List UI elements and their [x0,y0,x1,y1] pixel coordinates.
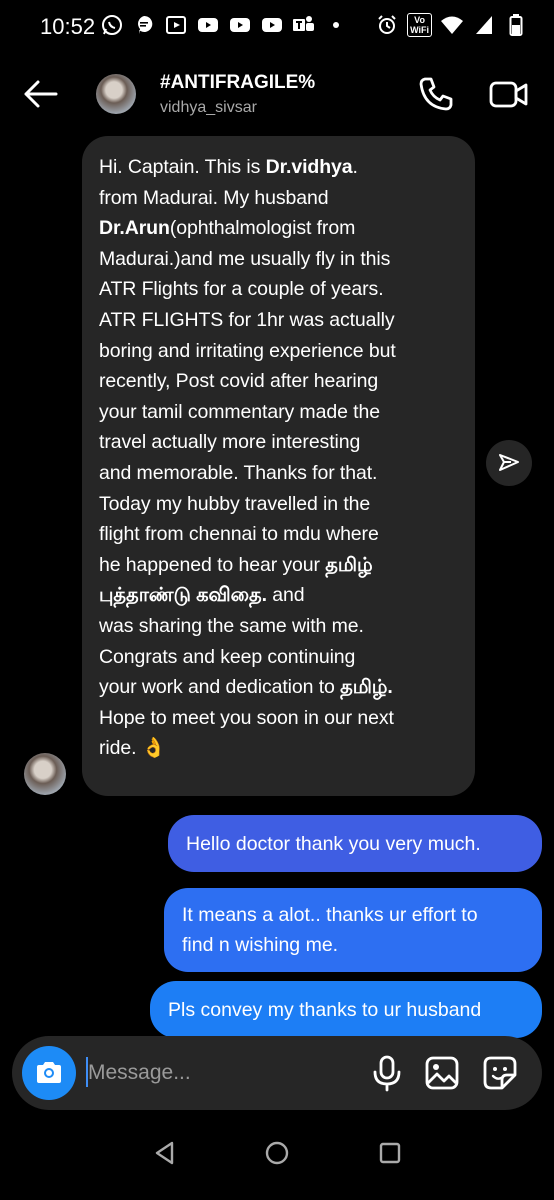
microphone-icon [373,1055,401,1092]
youtube-icon [196,13,220,37]
more-notifications-dot-icon [324,13,348,37]
vowifi-badge: Vo WiFi [407,13,432,37]
gallery-icon [425,1056,459,1090]
outgoing-message-text: Pls convey my thanks to ur husband [168,998,482,1021]
outgoing-message-bubble[interactable]: It means a alot.. thanks ur effort to fi… [164,888,542,972]
youtube-icon [260,13,284,37]
signal-icon [472,13,496,37]
system-status-icons: Vo WiFi [375,13,528,37]
back-arrow-icon [24,80,58,108]
nav-back-icon [155,1141,174,1165]
gallery-button[interactable] [422,1053,462,1093]
video-camera-icon [489,81,528,108]
text-segment: Hope to meet you soon in our next ride. … [99,706,394,760]
chat-username[interactable]: vidhya_sivsar [160,99,257,117]
status-time: 10:52 [40,14,96,39]
send-icon [499,454,519,471]
outgoing-message-bubble[interactable]: Pls convey my thanks to ur husband [150,981,542,1038]
video-call-button[interactable] [488,74,530,114]
incoming-message-bubble[interactable]: Hi. Captain. This is Dr.vidhya. from Mad… [82,136,475,796]
status-bar: 10:52 Vo WiFi [0,0,554,56]
outgoing-message-text: It means a alot.. thanks ur effort to fi… [182,904,478,956]
sticker-icon [483,1056,517,1090]
teams-icon [292,13,316,37]
system-navigation-bar [0,1120,554,1200]
outgoing-message-text: Hello doctor thank you very much. [186,832,481,855]
nav-recents-button[interactable] [375,1138,405,1168]
chat-header: #ANTIFRAGILE% vidhya_sivsar [0,60,554,130]
sticker-button[interactable] [480,1053,520,1093]
youtube-icon [228,13,252,37]
notification-icons [100,13,348,37]
share-message-button[interactable] [486,440,532,486]
media-player-icon [164,13,188,37]
sender-avatar[interactable] [24,753,66,795]
voice-call-button[interactable] [416,74,456,114]
bold-text-segment: Dr.vidhya [265,156,353,178]
phone-icon [419,77,453,111]
incoming-message-text: Hi. Captain. This is Dr.vidhya. from Mad… [99,152,461,764]
bold-text-segment: Dr.Arun [99,217,170,240]
chat-bubble-icon [132,13,156,37]
whatsapp-icon [100,13,124,37]
camera-button[interactable] [22,1046,76,1100]
camera-icon [37,1062,61,1083]
chat-title[interactable]: #ANTIFRAGILE% [160,72,315,94]
message-input[interactable] [88,1054,338,1092]
voice-message-button[interactable] [367,1053,407,1093]
message-composer [12,1036,542,1110]
chat-screen: 10:52 Vo WiFi #ANTIFRAGILE% vidhya_sivsa… [0,0,554,1200]
alarm-icon [375,13,399,37]
back-button[interactable] [20,74,60,114]
text-segment: Hi. Captain. This is [99,156,266,178]
nav-recents-icon [379,1142,401,1164]
nav-home-icon [265,1141,289,1165]
outgoing-message-bubble[interactable]: Hello doctor thank you very much. [168,815,542,872]
battery-icon [504,13,528,37]
wifi-icon [440,13,464,37]
nav-home-button[interactable] [262,1138,292,1168]
bold-text-segment: தமிழ். [340,676,393,699]
profile-avatar[interactable] [96,74,136,114]
nav-back-button[interactable] [150,1138,180,1168]
text-segment: (ophthalmologist from Madurai.)and me us… [99,217,396,576]
